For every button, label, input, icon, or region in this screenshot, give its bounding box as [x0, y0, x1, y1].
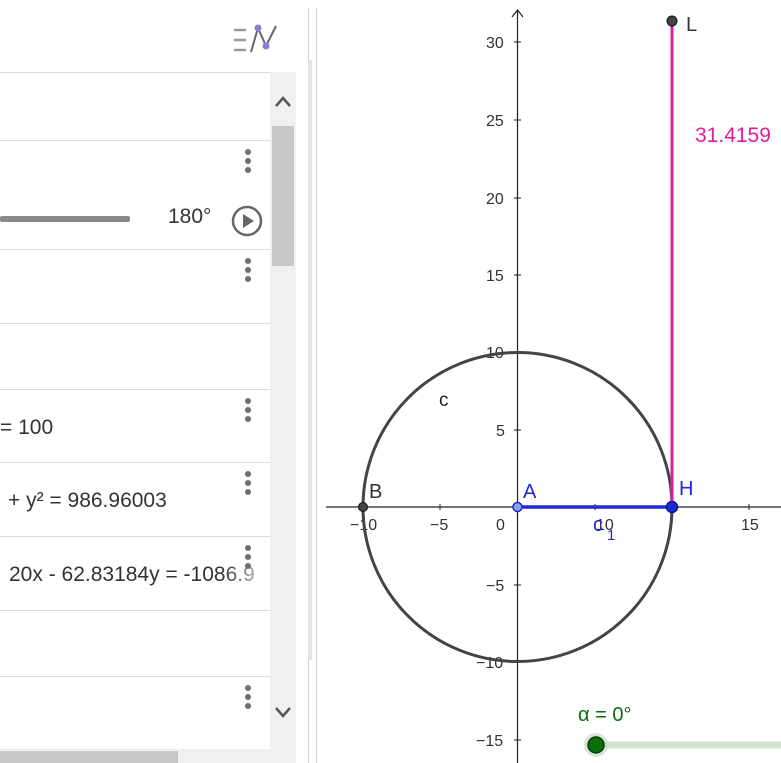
point-label-B: B [369, 481, 382, 503]
point-B[interactable] [358, 502, 368, 512]
segment-label: c [593, 514, 603, 536]
graphics-view[interactable]: −10 −5 0 10 15 30 25 20 15 10 5 −5 −10 −… [326, 0, 781, 763]
algebra-view: 180° = 100 + y² = 986.96003 20x - 62.831… [0, 0, 296, 763]
point-label-H: H [679, 478, 693, 500]
length-label: 31.4159 [695, 124, 771, 147]
more-options-icon[interactable] [240, 685, 256, 713]
expression-circle2: + y² = 986.96003 [8, 489, 167, 512]
circle-label: c [439, 390, 449, 411]
y-tick-label: −15 [476, 733, 503, 750]
algebra-input-row[interactable] [0, 73, 270, 141]
algebra-row-circle[interactable]: = 100 [0, 390, 270, 463]
algebra-slider-row[interactable]: 180° [0, 141, 270, 250]
slider-value: 180° [168, 205, 212, 228]
x-tick-label: 15 [741, 517, 759, 534]
chevron-down-icon[interactable] [274, 706, 292, 725]
algebra-row[interactable] [0, 324, 270, 390]
y-tick-label: 25 [486, 113, 504, 130]
algebra-row[interactable] [0, 250, 270, 324]
algebra-view-style-icon[interactable] [232, 24, 280, 65]
slider-track[interactable] [0, 216, 130, 222]
y-tick-label: −5 [486, 578, 504, 595]
more-options-icon[interactable] [240, 398, 256, 426]
x-tick-label: 0 [496, 517, 505, 534]
graphics-canvas[interactable]: −10 −5 0 10 15 30 25 20 15 10 5 −5 −10 −… [326, 0, 781, 763]
y-tick-label: 5 [496, 423, 505, 440]
more-options-icon[interactable] [240, 149, 256, 177]
alpha-slider-handle[interactable] [587, 736, 605, 754]
point-label-L: L [686, 14, 697, 36]
splitter-grip[interactable] [308, 60, 312, 660]
y-tick-label: 30 [486, 35, 504, 52]
more-options-icon[interactable] [240, 545, 256, 573]
vertical-scrollbar[interactable] [270, 72, 296, 763]
segment-label-subscript: 1 [607, 527, 615, 544]
point-H[interactable] [665, 500, 679, 514]
scrollbar-thumb[interactable] [272, 126, 294, 266]
algebra-toolbar [0, 8, 296, 73]
expression-circle: = 100 [0, 416, 54, 439]
point-L[interactable] [666, 15, 678, 27]
expression-line: 20x - 62.83184y = -1086.9 [9, 563, 255, 586]
more-options-icon[interactable] [240, 258, 256, 286]
algebra-row-line[interactable]: 20x - 62.83184y = -1086.9 [0, 537, 270, 611]
more-options-icon[interactable] [240, 471, 256, 499]
algebra-row-circle2[interactable]: + y² = 986.96003 [0, 463, 270, 537]
horizontal-scrollbar[interactable] [0, 749, 270, 763]
view-splitter[interactable] [296, 0, 326, 763]
y-tick-label: 20 [486, 191, 504, 208]
scrollbar-thumb[interactable] [0, 751, 178, 763]
chevron-up-icon[interactable] [274, 94, 292, 113]
alpha-slider-label: α = 0° [578, 704, 631, 726]
play-icon[interactable] [231, 205, 263, 242]
point-A[interactable] [512, 501, 523, 513]
x-tick-label: −5 [430, 517, 448, 534]
point-label-A: A [523, 481, 537, 503]
y-tick-label: 15 [486, 268, 504, 285]
algebra-row[interactable] [0, 611, 270, 677]
